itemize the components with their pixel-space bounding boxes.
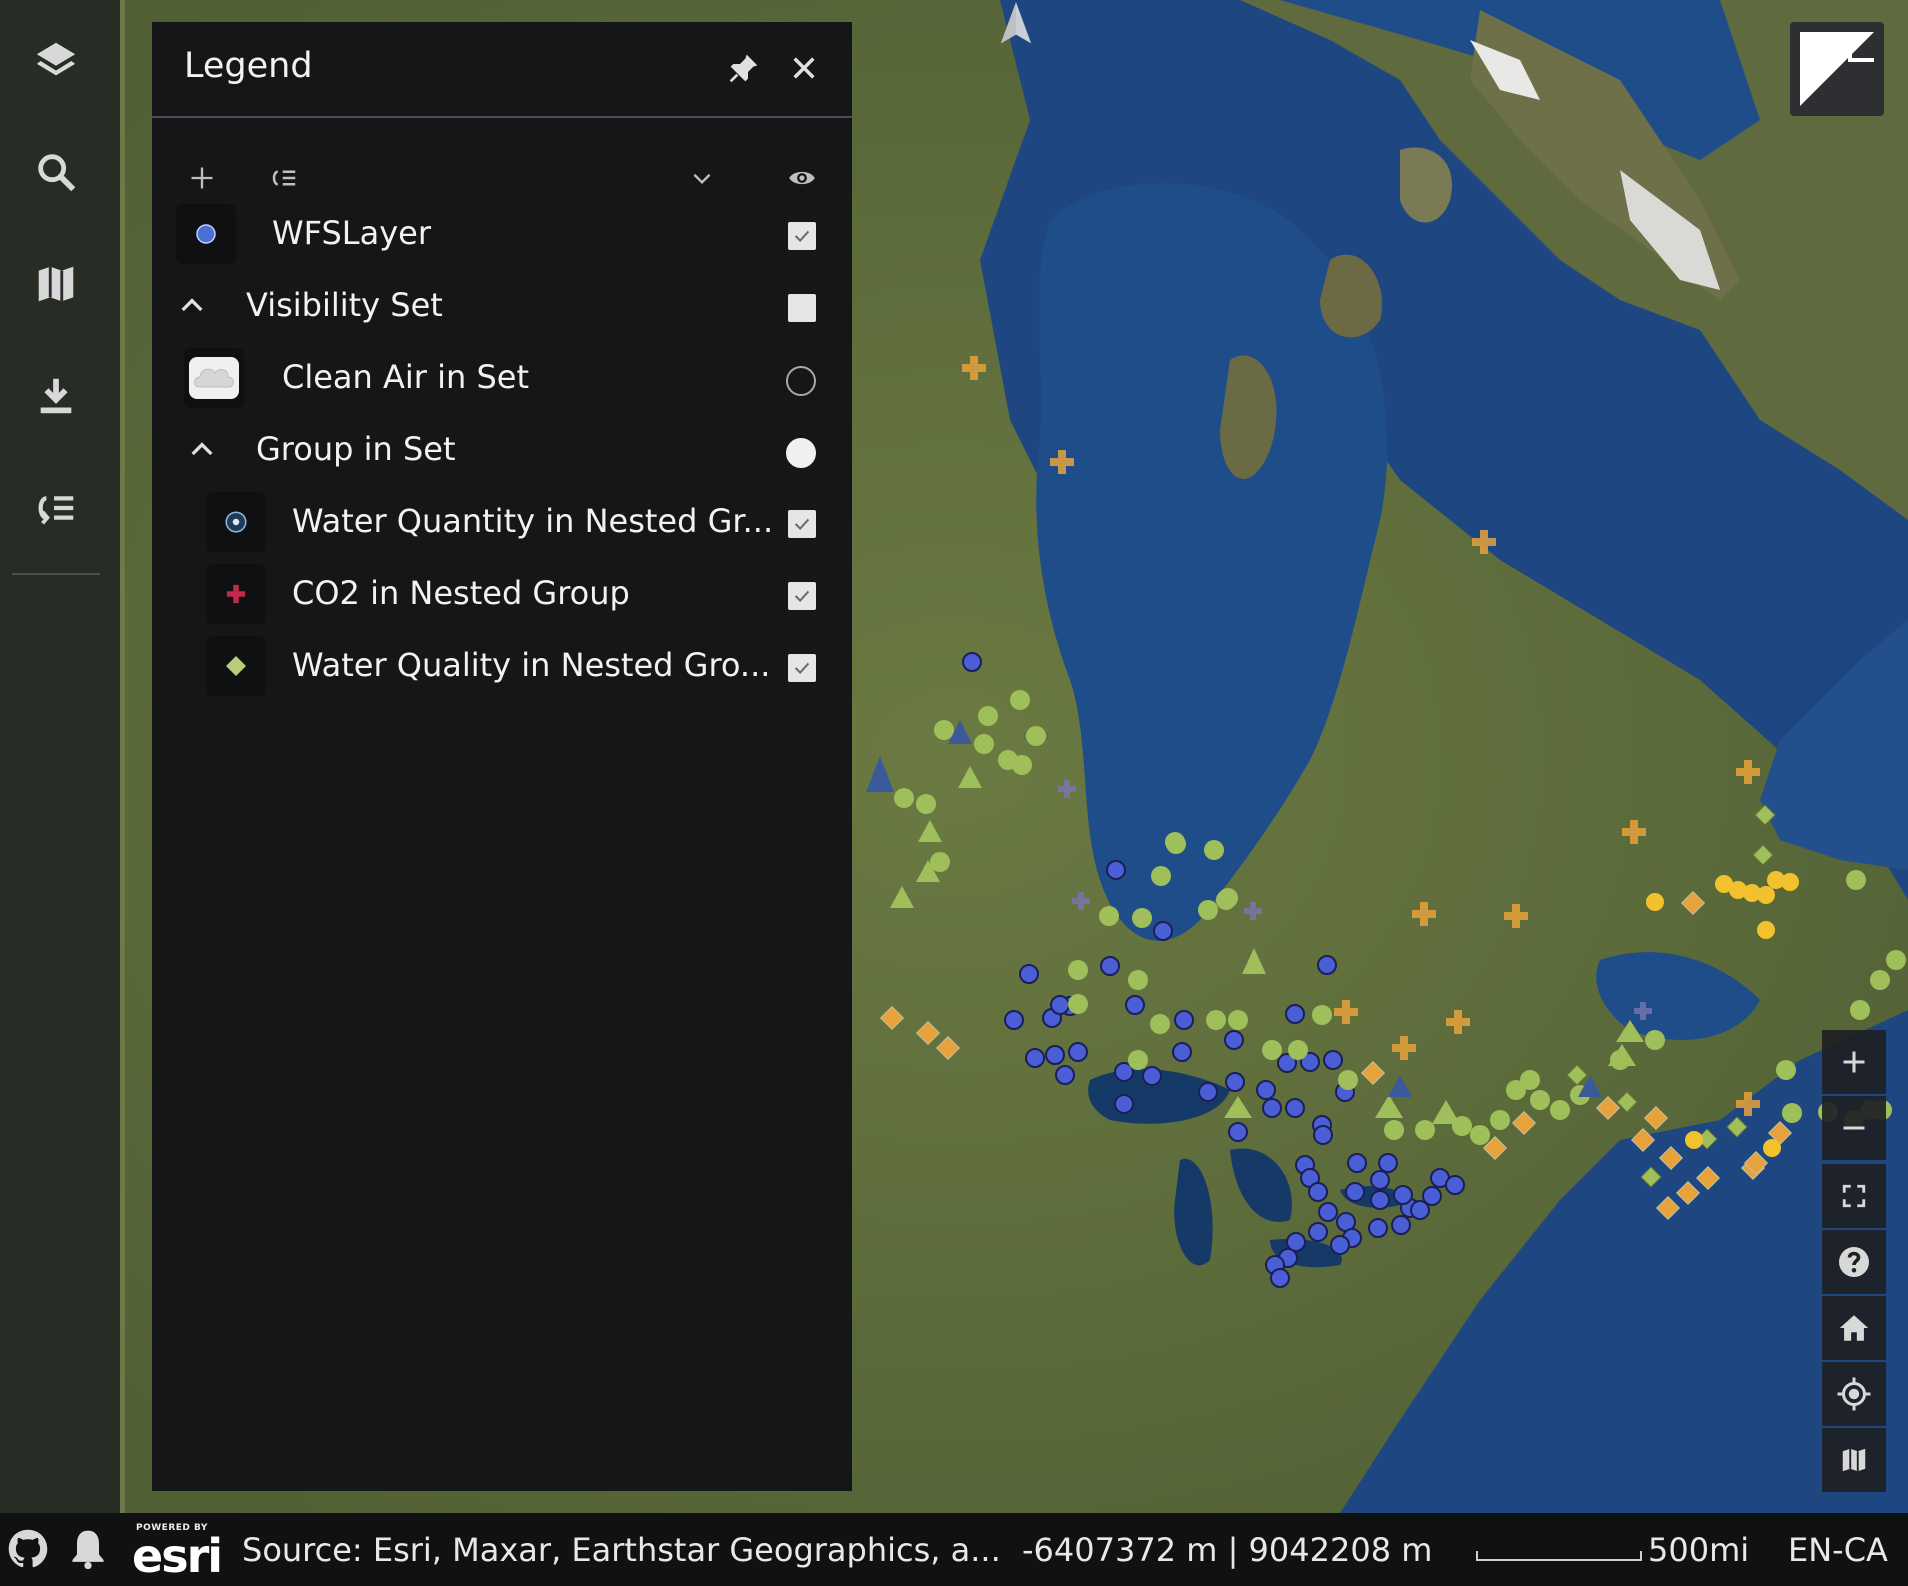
github-icon[interactable] [6, 1527, 50, 1571]
compass-button[interactable] [990, 0, 1042, 52]
add-layer-button[interactable] [180, 156, 224, 200]
fullscreen-button[interactable] [1822, 1164, 1886, 1228]
attribution-text[interactable]: Source: Esri, Maxar, Earthstar Geographi… [242, 1531, 1001, 1569]
list-icon [272, 170, 296, 186]
layer-label: Water Quality in Nested Gro... [292, 646, 771, 684]
layer-visibility-radio[interactable] [786, 438, 816, 468]
layer-row-water-quality[interactable]: Water Quality in Nested Gro... [152, 630, 852, 702]
layer-label: CO2 in Nested Group [292, 574, 630, 612]
close-icon [793, 57, 815, 79]
scale-bar [1476, 1551, 1642, 1561]
toggle-list-button[interactable] [262, 156, 306, 200]
close-button[interactable] [782, 46, 826, 90]
overview-map-toggle[interactable] [1790, 22, 1884, 116]
plus-icon [1843, 1051, 1865, 1073]
layer-visibility-checkbox[interactable] [788, 222, 816, 250]
layer-row-co2[interactable]: CO2 in Nested Group [152, 558, 852, 630]
red-cross-icon [206, 564, 266, 624]
layer-label: WFSLayer [272, 214, 432, 252]
home-icon [1839, 1315, 1869, 1341]
minus-icon [1843, 1126, 1865, 1130]
layer-visibility-radio[interactable] [786, 366, 816, 396]
compass-icon [1000, 2, 1032, 44]
basemap-button[interactable] [20, 248, 92, 320]
plus-icon [191, 167, 213, 189]
help-button[interactable] [1822, 1230, 1886, 1294]
layer-row-visibility-set[interactable]: Visibility Set [152, 270, 852, 342]
layer-visibility-checkbox[interactable] [788, 510, 816, 538]
esri-logo[interactable]: POWERED BY esri [132, 1521, 224, 1583]
locale-switcher[interactable]: EN-CA [1788, 1531, 1888, 1569]
green-diamond-icon [206, 636, 266, 696]
mouse-coordinates[interactable]: -6407372 m | 9042208 m [1022, 1531, 1432, 1569]
basemap-switch-button[interactable] [1822, 1428, 1886, 1492]
layer-row-wfslayer[interactable]: WFSLayer [152, 198, 852, 270]
chevron-up-icon[interactable] [186, 434, 218, 466]
app-bar-divider [12, 573, 100, 575]
zoom-out-button[interactable] [1822, 1096, 1886, 1160]
legend-panel: Legend WFSLayer Visibility Set Clean Air… [152, 22, 852, 1491]
layer-label: Visibility Set [246, 286, 443, 324]
export-button[interactable] [20, 360, 92, 432]
visibility-toggle-button[interactable] [780, 156, 824, 200]
layer-row-clean-air[interactable]: Clean Air in Set [152, 342, 852, 414]
home-button[interactable] [1822, 1296, 1886, 1360]
layer-row-water-quantity[interactable]: Water Quantity in Nested Gr... [152, 486, 852, 558]
locate-button[interactable] [1822, 1362, 1886, 1426]
layer-visibility-checkbox[interactable] [788, 654, 816, 682]
chevron-down-icon [693, 173, 711, 185]
layer-label: Clean Air in Set [282, 358, 529, 396]
scale-label: 500mi [1648, 1531, 1750, 1569]
legend-icon [38, 496, 74, 525]
overview-map-icon [1796, 28, 1878, 110]
pin-icon [729, 54, 758, 83]
search-icon [38, 154, 76, 192]
legend-button[interactable] [20, 472, 92, 544]
layers-icon [36, 42, 76, 76]
legend-header: Legend [152, 22, 852, 118]
target-dot-icon [206, 492, 266, 552]
pin-button[interactable] [722, 46, 766, 90]
layer-row-group-in-set[interactable]: Group in Set [152, 414, 852, 486]
layers-button[interactable] [20, 24, 92, 96]
notifications-icon[interactable] [66, 1527, 110, 1571]
blue-circle-icon [176, 204, 236, 264]
map-icon [1842, 1448, 1866, 1472]
fullscreen-icon [1842, 1184, 1866, 1208]
chevron-up-icon[interactable] [176, 290, 208, 322]
legend-title: Legend [184, 46, 313, 86]
search-button[interactable] [20, 136, 92, 208]
location-icon [1837, 1377, 1871, 1411]
layer-visibility-checkbox[interactable] [788, 294, 816, 322]
eye-icon [789, 171, 815, 185]
layer-label: Group in Set [256, 430, 456, 468]
layer-label: Water Quantity in Nested Gr... [292, 502, 774, 540]
zoom-in-button[interactable] [1822, 1030, 1886, 1094]
download-icon [40, 378, 72, 414]
layer-visibility-checkbox[interactable] [788, 582, 816, 610]
esri-name: esri [132, 1529, 223, 1583]
footer-bar: POWERED BY esri Source: Esri, Maxar, Ear… [0, 1513, 1908, 1586]
expand-all-button[interactable] [680, 156, 724, 200]
app-bar [0, 0, 120, 1513]
map-icon [38, 266, 74, 302]
cloud-icon [184, 348, 244, 408]
help-icon [1839, 1247, 1869, 1277]
